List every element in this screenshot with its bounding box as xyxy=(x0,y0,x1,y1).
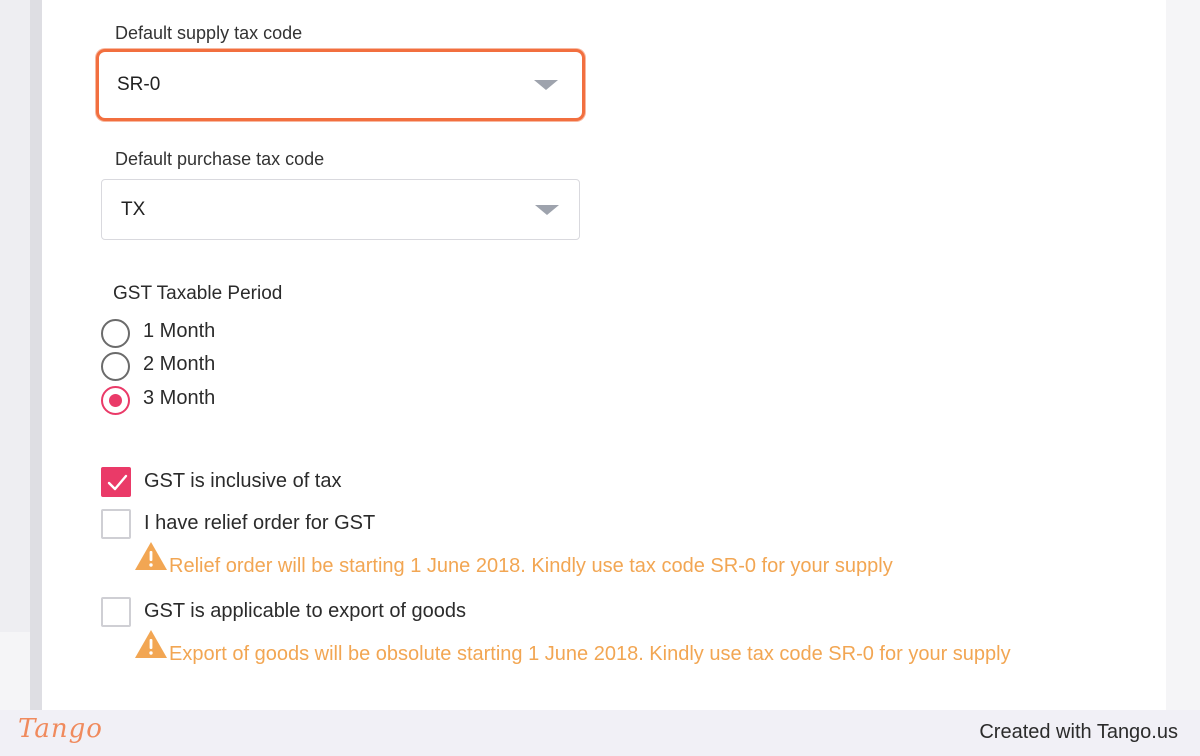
radio-button[interactable] xyxy=(101,352,130,381)
left-gutter xyxy=(0,0,30,710)
purchase-tax-value: TX xyxy=(121,198,146,220)
radio-label: 2 Month xyxy=(143,353,216,375)
tango-footer: Tango Created with Tango.us xyxy=(0,710,1200,756)
supply-tax-select[interactable]: SR-0 xyxy=(96,49,585,121)
tango-credit[interactable]: Created with Tango.us xyxy=(979,721,1178,744)
radio-label: 1 Month xyxy=(143,320,216,342)
checkmark-icon xyxy=(107,474,128,491)
warning-icon xyxy=(135,542,167,570)
checkbox-label: GST is applicable to export of goods xyxy=(144,600,467,622)
tango-logo[interactable]: Tango xyxy=(18,714,103,744)
checkbox-label: GST is inclusive of tax xyxy=(144,470,342,492)
chevron-down-icon xyxy=(534,80,558,90)
warning-text: Export of goods will be obsolute startin… xyxy=(169,643,1011,665)
right-gutter xyxy=(1166,0,1200,710)
gst-period-title: GST Taxable Period xyxy=(113,283,283,304)
radio-label: 3 Month xyxy=(143,387,216,409)
warning-text: Relief order will be starting 1 June 201… xyxy=(169,555,893,577)
left-rail xyxy=(30,0,42,710)
checkbox[interactable] xyxy=(101,597,131,627)
bottom-strip xyxy=(0,632,30,710)
warning-icon xyxy=(135,630,167,658)
chevron-down-icon xyxy=(535,204,559,215)
supply-tax-label: Default supply tax code xyxy=(115,23,303,43)
checkbox-label: I have relief order for GST xyxy=(144,512,376,534)
supply-tax-value: SR-0 xyxy=(117,74,161,95)
radio-button-selected[interactable] xyxy=(101,386,130,415)
radio-button[interactable] xyxy=(101,319,130,348)
purchase-tax-select[interactable]: TX xyxy=(101,179,580,240)
checkbox[interactable] xyxy=(101,467,131,497)
checkbox[interactable] xyxy=(101,509,131,539)
purchase-tax-label: Default purchase tax code xyxy=(115,149,325,169)
